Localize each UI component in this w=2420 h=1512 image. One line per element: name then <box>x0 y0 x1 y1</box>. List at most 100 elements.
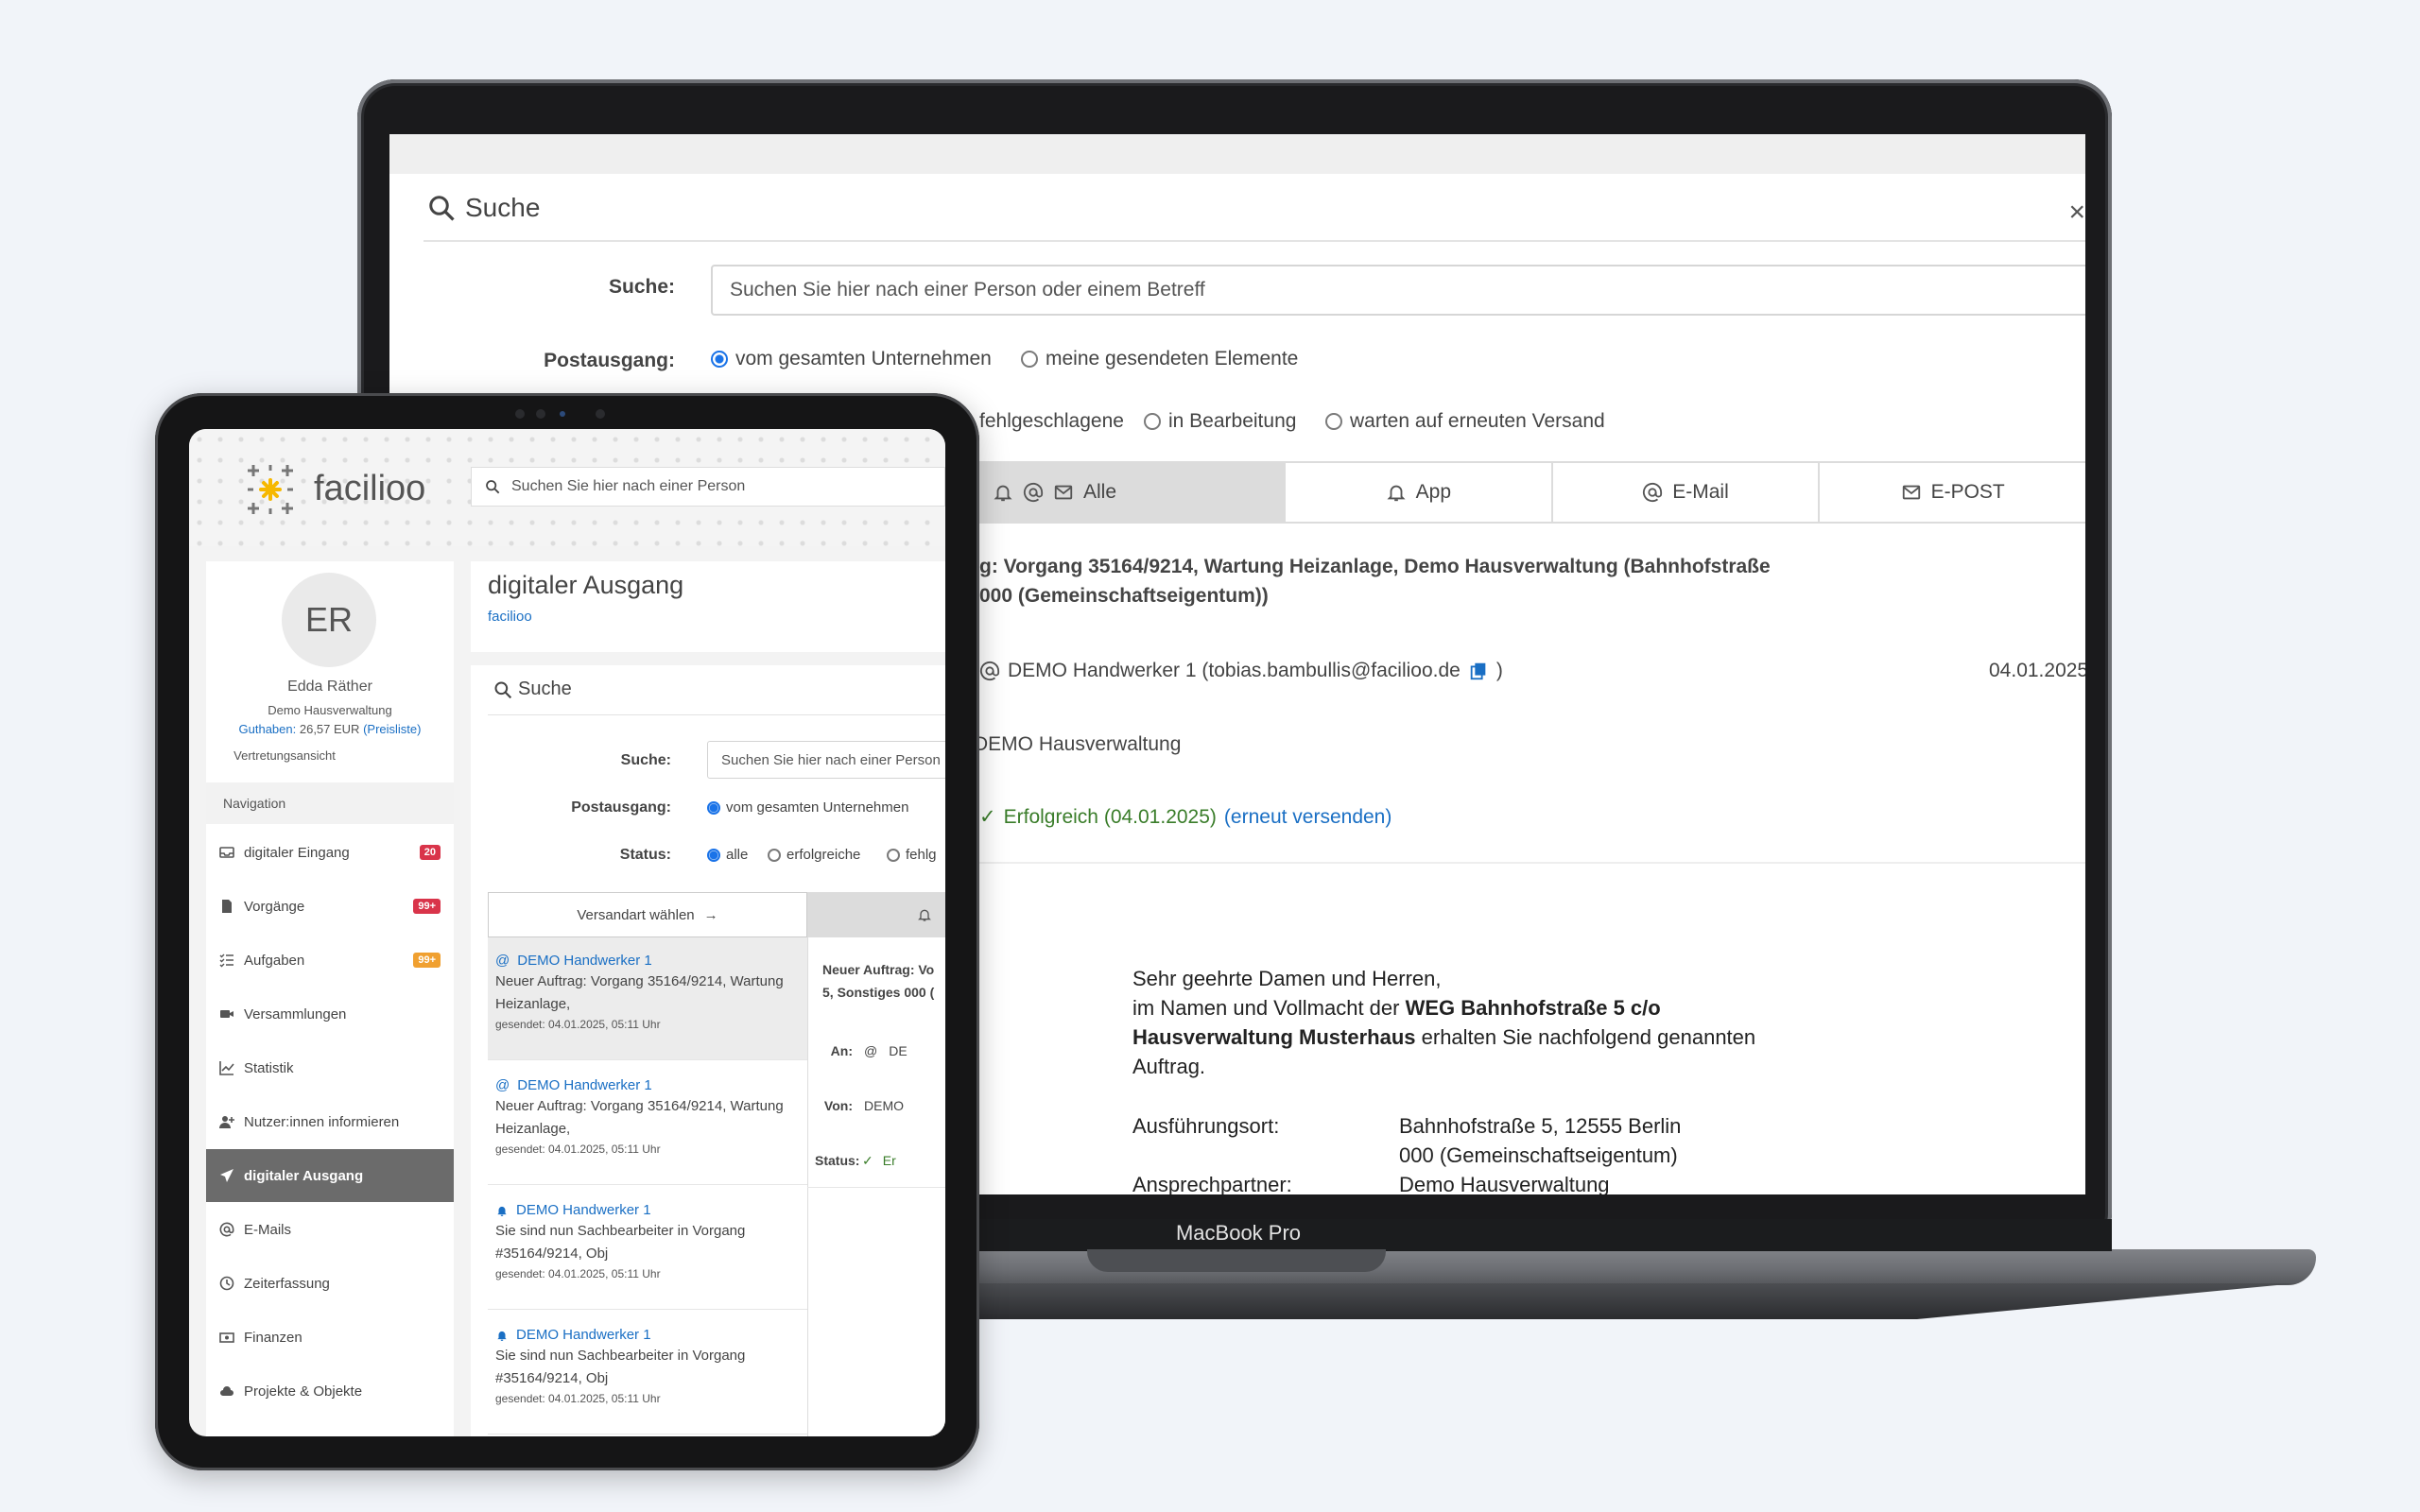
laptop-notch <box>1087 1249 1386 1272</box>
message-preview: Sie sind nun Sachbearbeiter in Vorgang #3… <box>495 1345 800 1390</box>
radio-button[interactable] <box>1021 351 1038 368</box>
global-search-input[interactable]: Suchen Sie hier nach einer Person <box>471 467 945 507</box>
postausgang-label: Postausgang: <box>544 350 675 371</box>
close-icon[interactable]: × <box>2068 197 2085 229</box>
facilioo-logo-icon <box>248 465 293 514</box>
radio-label: vom gesamten Unternehmen <box>735 348 992 369</box>
count-badge: 99+ <box>413 899 441 914</box>
list-item[interactable]: @ DEMO Handwerker 1 Neuer Auftrag: Vorgan… <box>488 937 807 1060</box>
preview-line: #35164/9214, Obj <box>495 1246 609 1262</box>
preview-line: Heizanlage, <box>495 1121 571 1137</box>
nav-label: Aufgaben <box>244 952 305 969</box>
radio-waiting-resend[interactable]: warten auf erneuten Versand <box>1325 410 1605 433</box>
radio-my-sent[interactable]: meine gesendeten Elemente <box>1021 348 1298 370</box>
letter-text: erhalten Sie nachfolgend genannten <box>1415 1025 1756 1049</box>
count-badge: 20 <box>419 845 441 860</box>
radio-in-progress[interactable]: in Bearbeitung <box>1144 410 1296 433</box>
select-type-button[interactable]: Versandart wählen → <box>488 892 807 937</box>
contact-value: Demo Hausverwaltung <box>1399 1173 1610 1194</box>
sidebar-item-digitaler-eingang[interactable]: digitaler Eingang 20 <box>206 826 454 879</box>
tab-all[interactable]: Alle <box>979 463 1284 522</box>
file-icon <box>222 900 232 913</box>
proxy-view-link[interactable]: Vertretungsansicht <box>189 748 408 763</box>
user-credit: Guthaben: 26,57 EUR (Preisliste) <box>206 722 454 736</box>
tab-label: E-POST <box>1930 481 2005 503</box>
nav-label: Finanzen <box>244 1329 302 1346</box>
price-list-link[interactable]: (Preisliste) <box>363 722 421 736</box>
credit-value: 26,57 EUR <box>299 722 360 736</box>
message-date: gesendet: 04.01.2025, 05:11 Uhr <box>495 1392 661 1405</box>
status-failed-label[interactable]: fehlgeschlagene <box>979 410 1124 433</box>
search-input[interactable]: Suchen Sie hier nach einer Person oder e… <box>711 265 2085 316</box>
message-sender: @ DEMO Handwerker 1 <box>495 953 800 969</box>
radio-all[interactable]: alle <box>707 847 748 863</box>
sidebar-item-statistik[interactable]: Statistik <box>206 1041 454 1094</box>
radio-button-checked[interactable] <box>711 351 728 368</box>
list-item[interactable]: DEMO Handwerker 1 Sie sind nun Sachbearb… <box>488 1312 807 1435</box>
nav-label: Zeiterfassung <box>244 1275 330 1292</box>
message-date: gesendet: 04.01.2025, 05:11 Uhr <box>495 1143 661 1156</box>
radio-button[interactable] <box>887 848 900 862</box>
contact-label: Ansprechpartner: <box>1132 1173 1292 1194</box>
sender-name: DEMO Handwerker 1 <box>516 1327 651 1343</box>
nav-label: Statistik <box>244 1059 294 1076</box>
sidebar-item-vorgaenge[interactable]: Vorgänge 99+ <box>206 880 454 933</box>
radio-button-checked[interactable] <box>707 800 720 815</box>
resend-link[interactable]: (erneut versenden) <box>1224 806 1392 829</box>
sidebar-item-finanzen[interactable]: Finanzen <box>206 1311 454 1364</box>
radio-label: fehlg <box>906 847 937 863</box>
tab-email[interactable]: E-Mail <box>1550 463 1819 522</box>
page-title: digitaler Ausgang <box>488 571 684 599</box>
copy-icon[interactable] <box>1468 661 1489 681</box>
bell-icon <box>994 485 1012 502</box>
search-label: Suche: <box>608 276 675 298</box>
video-icon <box>220 1010 233 1018</box>
radio-button[interactable] <box>1144 413 1161 430</box>
radio-whole-company[interactable]: vom gesamten Unternehmen <box>707 799 908 816</box>
radio-button-checked[interactable] <box>707 848 720 862</box>
letter-bold: Hausverwaltung Musterhaus <box>1132 1025 1416 1049</box>
tab-app[interactable] <box>807 892 945 937</box>
nav-label: Vorgänge <box>244 898 305 915</box>
radio-successful[interactable]: erfolgreiche <box>768 847 860 863</box>
sidebar-item-versammlungen[interactable]: Versammlungen <box>206 988 454 1040</box>
avatar[interactable]: ER <box>282 573 376 667</box>
letter-line-2: im Namen und Vollmacht der WEG Bahnhofst… <box>1132 993 1661 1022</box>
preview-line: Heizanlage, <box>495 996 571 1012</box>
radio-button[interactable] <box>768 848 781 862</box>
detail-subject: Neuer Auftrag: Vo 5, Sonstiges 000 ( <box>822 958 934 1004</box>
search-icon <box>486 480 500 494</box>
place-label: Ausführungsort: <box>1132 1114 1280 1138</box>
tab-label: Alle <box>1083 481 1117 503</box>
tab-epost[interactable]: E-POST <box>1818 463 2085 522</box>
letter-greeting: Sehr geehrte Damen und Herren, <box>1132 967 1442 990</box>
at-icon: @ <box>495 1077 510 1093</box>
radio-failed[interactable]: fehlg <box>887 847 937 863</box>
check-icon: ✓ <box>979 806 996 828</box>
sidebar-item-projekte-objekte[interactable]: Projekte & Objekte <box>206 1365 454 1418</box>
search-input[interactable]: Suchen Sie hier nach einer Person <box>707 741 945 779</box>
sidebar-item-emails[interactable]: E-Mails <box>206 1203 454 1256</box>
tab-app[interactable]: App <box>1284 463 1551 522</box>
at-icon: @ <box>864 1043 878 1058</box>
postausgang-label: Postausgang: <box>571 799 671 816</box>
chart-line-icon <box>219 1061 234 1075</box>
letter-text: im Namen und Vollmacht der <box>1132 996 1406 1020</box>
sidebar: ER Edda Räther Demo Hausverwaltung Gutha… <box>206 561 454 1436</box>
sender-text: DEMO Hausverwaltung <box>974 733 1182 755</box>
clock-icon <box>219 1276 234 1291</box>
letter-line-3: Hausverwaltung Musterhaus erhalten Sie n… <box>1132 1022 1755 1052</box>
breadcrumb[interactable]: facilioo <box>488 609 532 625</box>
sidebar-item-aufgaben[interactable]: Aufgaben 99+ <box>206 934 454 987</box>
sidebar-item-digitaler-ausgang[interactable]: digitaler Ausgang <box>206 1149 454 1202</box>
radio-button[interactable] <box>1325 413 1342 430</box>
list-item[interactable]: @ DEMO Handwerker 1 Neuer Auftrag: Vorgan… <box>488 1062 807 1185</box>
at-icon <box>219 1222 234 1237</box>
sidebar-item-nutzer-informieren[interactable]: Nutzer:innen informieren <box>206 1095 454 1148</box>
radio-whole-company[interactable]: vom gesamten Unternehmen <box>711 348 992 370</box>
list-item[interactable]: DEMO Handwerker 1 Sie sind nun Sachbearb… <box>488 1187 807 1310</box>
credit-label: Guthaben: <box>238 722 297 736</box>
subject-line-2: 000 (Gemeinschaftseigentum)) <box>979 585 1269 607</box>
tab-label: E-Mail <box>1672 481 1729 503</box>
sidebar-item-zeiterfassung[interactable]: Zeiterfassung <box>206 1257 454 1310</box>
